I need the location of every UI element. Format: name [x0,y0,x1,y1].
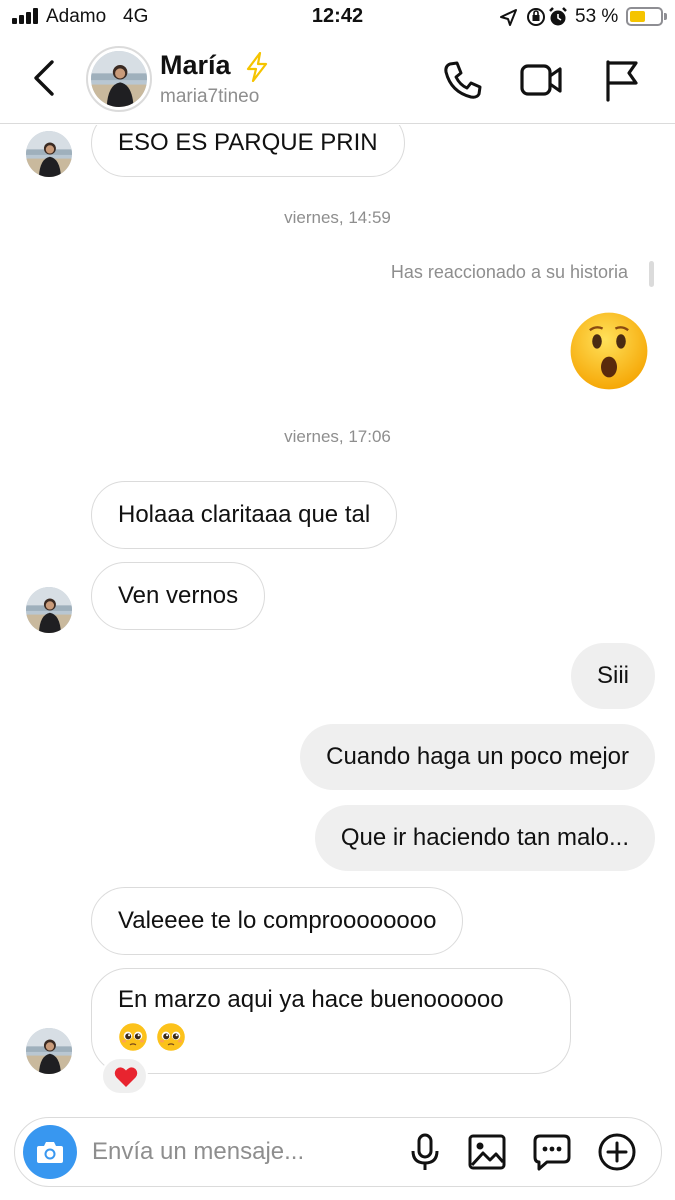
avatar-photo [91,51,147,107]
sender-avatar[interactable] [26,587,72,633]
camera-button[interactable] [23,1125,77,1179]
battery-tip [664,13,667,20]
sticker-icon[interactable] [532,1132,572,1172]
battery-icon [626,7,663,26]
outgoing-message[interactable]: Cuando haga un poco mejor [300,724,655,790]
phone-icon[interactable] [441,58,485,102]
status-bar: Adamo 4G 12:42 53 % [0,0,675,36]
outgoing-message[interactable]: Siii [570,643,655,709]
story-reaction-bar [649,261,654,287]
alarm-icon [549,7,567,26]
sender-avatar[interactable] [26,131,72,177]
incoming-message[interactable]: Holaaa claritaaa que tal [91,481,398,549]
plus-icon[interactable] [597,1132,637,1172]
pleading-face-emoji [156,1022,186,1052]
message-reaction[interactable] [101,1057,148,1095]
bolt-icon [246,52,268,82]
incoming-message[interactable]: Valeeee te lo comproooooooo [91,887,464,955]
chat-header: María maria7tineo [0,36,675,124]
flag-icon[interactable] [600,58,644,102]
back-icon[interactable] [28,58,62,98]
astonished-face-emoji[interactable] [569,311,649,391]
timestamp: viernes, 14:59 [284,208,391,227]
orientation-lock-icon [527,8,545,26]
outgoing-message[interactable]: Que ir haciendo tan malo... [314,805,655,871]
location-icon [500,9,517,26]
pleading-face-emoji [118,1022,148,1052]
message-list[interactable]: ESO ES PARQUE PRIN viernes, 14:59 Has re… [0,125,675,1115]
battery-percent: 53 % [575,6,619,27]
incoming-message[interactable]: En marzo aqui ya hace buenoooooo [91,968,571,1074]
message-text: En marzo aqui ya hace buenoooooo [118,986,504,1013]
message-emojis [118,1021,544,1052]
incoming-message[interactable]: ESO ES PARQUE PRIN [91,125,405,177]
camera-icon [37,1142,63,1163]
heart-emoji [114,1067,138,1087]
status-icons [500,7,567,26]
message-input[interactable] [92,1136,392,1168]
gallery-icon[interactable] [467,1132,507,1172]
contact-avatar[interactable] [86,46,152,112]
contact-name[interactable]: María [160,50,231,81]
timestamp: viernes, 17:06 [284,427,391,446]
battery-level [630,11,645,22]
message-composer [14,1117,662,1187]
sender-avatar[interactable] [26,1028,72,1074]
contact-username[interactable]: maria7tineo [160,86,259,108]
microphone-icon[interactable] [405,1132,445,1172]
story-reaction-note: Has reaccionado a su historia [390,262,628,282]
status-time: 12:42 [311,5,364,27]
video-icon[interactable] [519,58,563,102]
incoming-message[interactable]: Ven vernos [91,562,266,630]
